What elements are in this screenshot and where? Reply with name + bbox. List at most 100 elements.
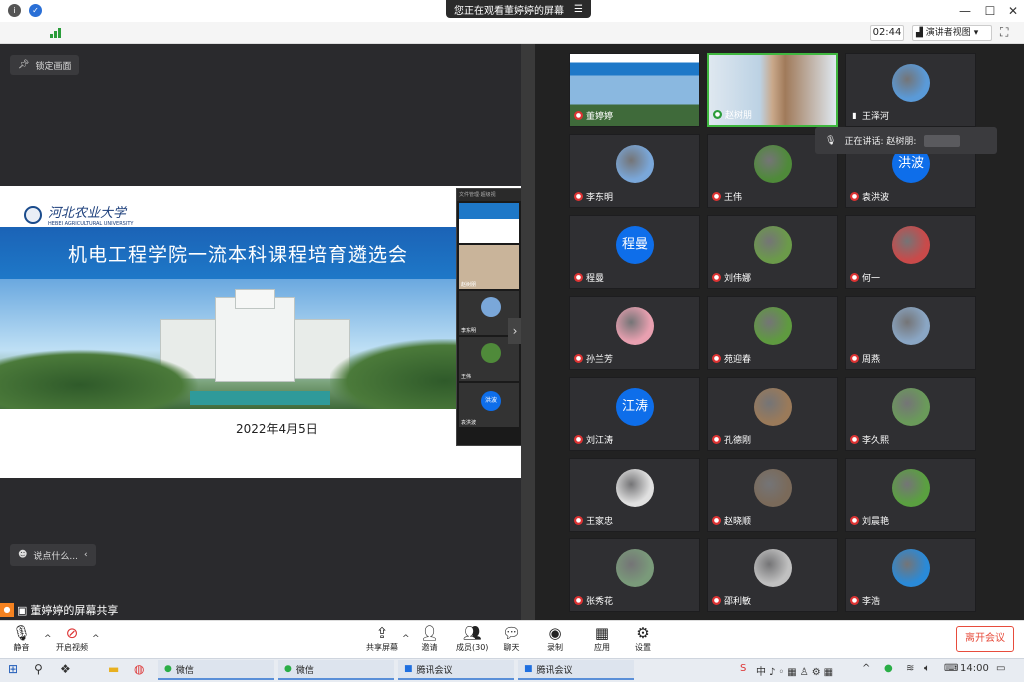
- chevron-up-icon[interactable]: ^: [862, 663, 870, 674]
- task-view-icon[interactable]: ❖: [60, 662, 71, 676]
- campus-photo: [0, 279, 521, 409]
- mic-muted-icon: ●: [850, 192, 859, 201]
- taskbar-app-wechat[interactable]: ● 微信: [158, 660, 274, 680]
- avatar: [754, 388, 792, 426]
- slide-title: 机电工程学院一流本科课程培育遴选会: [68, 244, 409, 266]
- university-logo: 河北农业大学 HEBEI AGRICULTURAL UNIVERSITY: [24, 202, 133, 227]
- video-label: 开启视频: [56, 643, 88, 652]
- participant-tile[interactable]: ● 周燕: [845, 296, 976, 370]
- record-button[interactable]: ◉ 录制: [547, 624, 563, 653]
- pin-view-button[interactable]: 📌︎ 锁定画面: [10, 55, 80, 75]
- start-video-button[interactable]: ⊘ 开启视频: [56, 624, 88, 653]
- windows-start-icon[interactable]: ⊞: [8, 662, 18, 676]
- participant-name-tag: ● 程曼: [574, 271, 604, 284]
- mic-icon: 🎙︎: [825, 135, 837, 146]
- participant-tile[interactable]: ● 王家忠: [569, 458, 700, 532]
- settings-button[interactable]: ⚙ 设置: [635, 624, 651, 653]
- folder-icon[interactable]: ▬: [108, 662, 119, 676]
- mic-muted-icon: ●: [712, 273, 721, 282]
- avatar: [616, 469, 654, 507]
- participant-tile[interactable]: ● 孙兰芳: [569, 296, 700, 370]
- search-icon[interactable]: ⚲: [34, 662, 43, 676]
- avatar: [892, 64, 930, 102]
- add-user-icon: 👤︎: [420, 624, 440, 642]
- members-button[interactable]: 👥︎ 成员(30): [456, 624, 488, 653]
- close-button[interactable]: ✕: [1003, 2, 1023, 20]
- participant-tile[interactable]: ● 李东明: [569, 134, 700, 208]
- participant-name: 苑迎春: [724, 355, 752, 365]
- chat-button[interactable]: 💬︎ 聊天: [502, 624, 521, 653]
- chevron-up-icon[interactable]: ^: [402, 634, 410, 644]
- participant-tile[interactable]: ▮ 王泽河: [845, 53, 976, 127]
- avatar: [892, 307, 930, 345]
- fullscreen-icon[interactable]: ⛶: [1000, 25, 1008, 40]
- microphone-icon: ▮: [852, 111, 857, 120]
- signal-icon[interactable]: [50, 27, 62, 38]
- chrome-icon[interactable]: ◍: [134, 662, 144, 676]
- leave-meeting-button[interactable]: 离开会议: [956, 626, 1014, 652]
- participant-tile[interactable]: 江涛 ● 刘江涛: [569, 377, 700, 451]
- maximize-button[interactable]: ☐: [980, 2, 1000, 20]
- participant-name: 孔德刚: [724, 436, 752, 446]
- participant-tile[interactable]: ● 刘伟娜: [707, 215, 838, 289]
- layout-icon: ▟: [916, 28, 923, 38]
- tencent-meeting-icon: ■: [404, 664, 413, 674]
- participant-tile[interactable]: ● 孔德刚: [707, 377, 838, 451]
- wifi-icon[interactable]: ≋: [906, 663, 914, 674]
- ime-toolbar-icons[interactable]: 中♪◦▦♙⚙▦: [756, 663, 836, 678]
- participant-name-tag: ● 孔德刚: [712, 433, 751, 446]
- ime-icon[interactable]: S: [740, 663, 746, 674]
- taskbar-app-tencent-meeting[interactable]: ■ 腾讯会议: [518, 660, 634, 680]
- notification-icon[interactable]: ▭: [996, 663, 1005, 674]
- participant-name: 王伟: [724, 193, 743, 203]
- participant-tile[interactable]: ● 赵树朋: [707, 53, 838, 127]
- mute-label: 静音: [13, 643, 30, 652]
- chat-input-button[interactable]: ☻ 说点什么... ‹: [10, 544, 96, 566]
- participant-tile[interactable]: ● 邵利敏: [707, 538, 838, 612]
- participant-tile[interactable]: 程曼 ● 程曼: [569, 215, 700, 289]
- participant-tile[interactable]: ● 赵晓顺: [707, 458, 838, 532]
- info-icon[interactable]: i: [8, 4, 21, 17]
- participant-tile[interactable]: ● 张秀花: [569, 538, 700, 612]
- split-divider[interactable]: [521, 44, 535, 620]
- mini-participant-name: 王伟: [461, 374, 472, 380]
- invite-button[interactable]: 👤︎ 邀请: [420, 624, 439, 653]
- mic-muted-icon: ●: [712, 435, 721, 444]
- taskbar-app-wechat[interactable]: ● 微信: [278, 660, 394, 680]
- mic-muted-icon: ●: [712, 354, 721, 363]
- meeting-timer: 02:44: [870, 25, 904, 41]
- share-screen-button[interactable]: ⇪ 共享屏幕: [366, 624, 398, 653]
- apps-button[interactable]: ▦ 应用: [594, 624, 610, 653]
- user-icon: ●: [0, 603, 14, 617]
- participant-name-tag: ● 刘晨艳: [850, 514, 889, 527]
- taskbar-clock[interactable]: 14:00: [960, 663, 989, 674]
- avatar: [754, 469, 792, 507]
- mute-button[interactable]: 🎙︎ 静音: [12, 624, 31, 653]
- participant-tile[interactable]: ● 刘晨艳: [845, 458, 976, 532]
- participant-name-tag: ● 李浩: [850, 594, 880, 607]
- menu-icon[interactable]: ☰: [574, 4, 583, 15]
- share-banner[interactable]: 您正在观看董婷婷的屏幕 ☰: [446, 0, 591, 18]
- share-banner-text: 您正在观看董婷婷的屏幕: [454, 5, 564, 17]
- shield-icon[interactable]: ✓: [29, 4, 42, 17]
- minimize-button[interactable]: —: [955, 2, 975, 20]
- keyboard-icon[interactable]: ⌨: [944, 663, 958, 674]
- tray-app-icon[interactable]: ●: [884, 663, 893, 674]
- participant-tile[interactable]: ● 李浩: [845, 538, 976, 612]
- chevron-up-icon[interactable]: ^: [44, 634, 52, 644]
- volume-icon[interactable]: 🔈︎: [924, 663, 930, 674]
- chevron-right-icon[interactable]: ›: [508, 318, 522, 344]
- participant-tile[interactable]: ● 李久熙: [845, 377, 976, 451]
- mic-muted-icon: ●: [712, 596, 721, 605]
- participant-name: 李久熙: [862, 436, 890, 446]
- chevron-left-icon: ‹: [83, 550, 88, 560]
- avatar: 程曼: [616, 226, 654, 264]
- taskbar-app-label: 腾讯会议: [416, 665, 453, 676]
- participant-tile[interactable]: ● 苑迎春: [707, 296, 838, 370]
- presenter-view-dropdown[interactable]: ▟ 演讲者视图 ▾: [912, 25, 992, 41]
- taskbar-app-tencent-meeting[interactable]: ■ 腾讯会议: [398, 660, 514, 680]
- mic-muted-icon: ●: [574, 192, 583, 201]
- participant-tile[interactable]: ● 何一: [845, 215, 976, 289]
- chevron-up-icon[interactable]: ^: [92, 634, 100, 644]
- participant-tile[interactable]: ● 董婷婷: [569, 53, 700, 127]
